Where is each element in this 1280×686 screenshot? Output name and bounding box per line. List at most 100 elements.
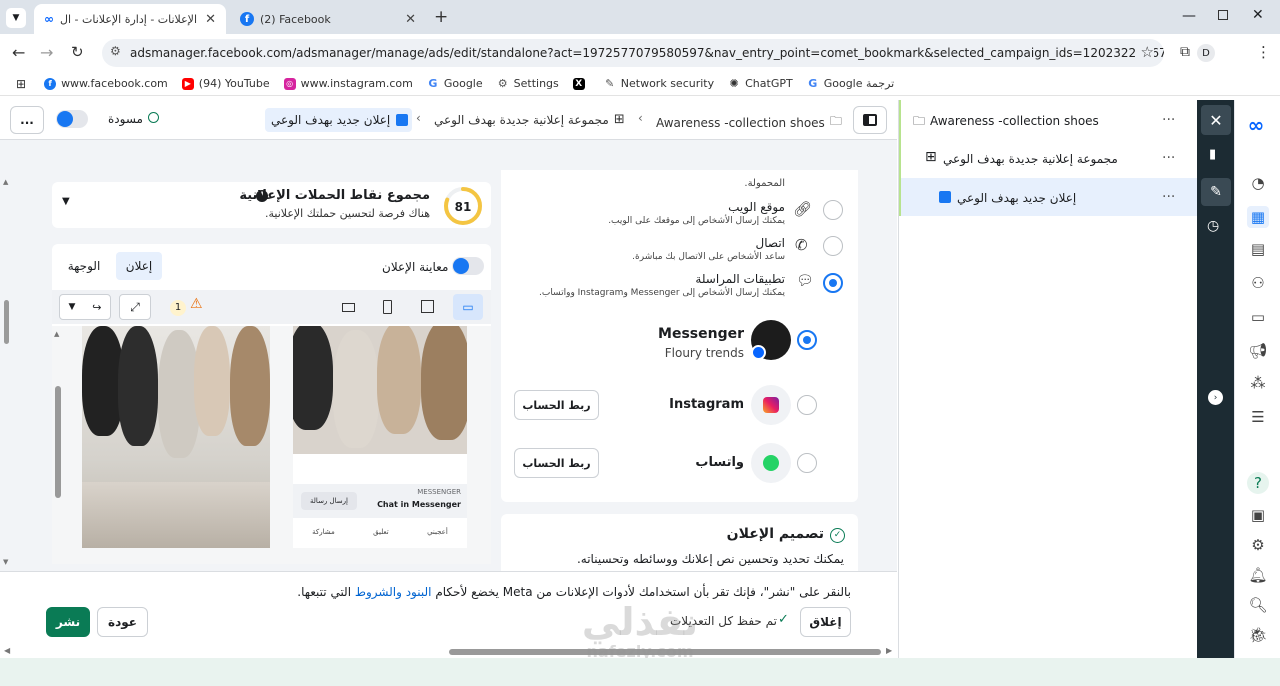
bookmark-network-security[interactable]: ✎ Network security — [604, 77, 714, 90]
catalog-icon[interactable]: ▤ — [1247, 238, 1269, 260]
like-action[interactable]: أعجبني — [427, 528, 448, 544]
megaphone-icon[interactable]: 📢︎ — [1247, 340, 1269, 362]
settings-icon[interactable]: ⚙ — [1247, 534, 1269, 556]
placement-all-button[interactable]: ▭ — [453, 294, 483, 320]
ad-preview-toggle[interactable] — [452, 257, 484, 275]
expand-button[interactable]: ⤢ — [119, 294, 151, 320]
horizontal-scrollbar[interactable] — [449, 649, 881, 655]
close-tab-icon[interactable]: ✕ — [405, 12, 416, 27]
new-tab-button[interactable]: + — [434, 7, 448, 27]
forward-icon[interactable]: → — [40, 43, 53, 62]
dashboard-icon[interactable]: ◔ — [1247, 172, 1269, 194]
placement-wide-icon[interactable] — [342, 303, 355, 312]
meta-logo-icon[interactable]: ∞ — [1245, 113, 1267, 137]
scroll-down-icon[interactable]: ▼ — [3, 558, 8, 566]
bookmark-translate[interactable]: G Google ترجمة — [807, 77, 894, 90]
bug-report-icon[interactable]: 🐞︎ — [1247, 624, 1269, 646]
chevron-down-icon[interactable]: ▼ — [62, 196, 70, 207]
close-editor-button[interactable]: ✕ — [1201, 105, 1231, 135]
placement-story-icon[interactable] — [383, 300, 392, 314]
profile-avatar[interactable]: D — [1197, 44, 1215, 62]
messenger-radio[interactable] — [797, 330, 817, 350]
apps-grid-icon[interactable]: ⊞ — [16, 77, 26, 91]
toggle-panel-button[interactable] — [853, 106, 887, 134]
bookmark-star-icon[interactable]: ☆ — [1134, 43, 1154, 61]
minimize-icon[interactable]: — — [1182, 8, 1196, 24]
placement-square-icon[interactable] — [421, 300, 434, 313]
notifications-icon[interactable]: 🔔︎ — [1247, 564, 1269, 586]
billing-icon[interactable]: ▭ — [1247, 306, 1269, 328]
scroll-right-icon[interactable]: ▶ — [886, 646, 892, 655]
adset-more-icon[interactable]: ... — [1162, 146, 1175, 162]
scroll-up-icon[interactable]: ▲ — [54, 330, 59, 338]
tree-ad-row[interactable]: إعلان جديد بهدف الوعي ... — [899, 178, 1197, 216]
send-message-button[interactable]: إرسال رسالة — [301, 492, 357, 510]
search-icon[interactable]: 🔍︎ — [1247, 594, 1269, 616]
bookmark-settings[interactable]: ⚙ Settings — [497, 77, 559, 90]
bookmark-youtube[interactable]: ▶ (94) YouTube — [181, 77, 270, 90]
publish-status-toggle[interactable] — [56, 110, 88, 128]
back-icon[interactable]: ← — [12, 43, 25, 62]
tab-ads-manager[interactable]: ∞ مدير الإعلانات - إدارة الإعلانات - ال … — [34, 4, 226, 34]
back-button[interactable]: عودة — [97, 607, 148, 637]
more-options-button[interactable]: ... — [10, 106, 44, 134]
meta-icon: ∞ — [44, 12, 54, 26]
terms-link[interactable]: البنود والشروط — [355, 585, 432, 599]
expand-rail-button[interactable]: › — [1208, 390, 1223, 405]
extensions-icon[interactable]: ⧉ — [1180, 44, 1190, 60]
close-tab-icon[interactable]: ✕ — [205, 12, 216, 27]
breadcrumb-campaign[interactable]: Awareness -collection shoes 🗀 — [656, 112, 842, 133]
reports-icon[interactable]: ▣ — [1247, 504, 1269, 526]
restore-icon[interactable] — [1218, 10, 1228, 20]
chat-icon: 💬︎ — [796, 273, 814, 289]
events-icon[interactable]: ⁂ — [1247, 372, 1269, 394]
instagram-radio[interactable] — [797, 395, 817, 415]
tab-destination[interactable]: الوجهة — [60, 252, 108, 280]
call-desc: ساعد الأشخاص على الاتصال بك مباشرة. — [632, 252, 785, 262]
website-radio[interactable] — [823, 200, 843, 220]
reload-icon[interactable]: ↻ — [71, 43, 84, 61]
tab-ad[interactable]: إعلان — [116, 252, 162, 280]
bookmark-google[interactable]: G Google — [427, 77, 482, 90]
bookmark-chatgpt[interactable]: ✺ ChatGPT — [728, 77, 793, 90]
close-button[interactable]: إغلاق — [800, 607, 851, 637]
edit-mode-button[interactable]: ✎ — [1201, 178, 1231, 206]
share-dropdown[interactable]: ▼ ↪ — [59, 294, 111, 320]
preview-scrollbar[interactable] — [4, 300, 9, 344]
tree-campaign-row[interactable]: 🗀 Awareness -collection shoes ... — [899, 100, 1197, 140]
tab-list-dropdown[interactable]: ▼ — [6, 8, 26, 28]
bookmark-instagram[interactable]: ◎ www.instagram.com — [283, 77, 413, 90]
browser-menu-icon[interactable]: ⋮ — [1256, 43, 1271, 61]
scroll-up-icon[interactable]: ▲ — [3, 178, 8, 186]
breadcrumb-ad[interactable]: إعلان جديد بهدف الوعي — [265, 108, 413, 132]
share-action[interactable]: مشاركة — [312, 528, 335, 544]
tab-title: (2) Facebook — [260, 12, 331, 26]
scroll-left-icon[interactable]: ◀ — [4, 646, 10, 655]
warning-icon[interactable]: ⚠ — [190, 296, 203, 312]
inner-scrollbar[interactable] — [55, 386, 61, 498]
preview-scroll-area: ▲ MESSENGER Chat in Messenger إرسال رسال… — [52, 326, 491, 564]
publish-button[interactable]: نشر — [46, 607, 90, 637]
close-window-icon[interactable]: ✕ — [1252, 7, 1264, 23]
comment-action[interactable]: تعليق — [373, 528, 389, 544]
address-bar[interactable]: ⚙ adsmanager.facebook.com/adsmanager/man… — [102, 39, 1164, 67]
tab-facebook[interactable]: f (2) Facebook ✕ — [230, 4, 426, 34]
bookmark-x[interactable]: X — [572, 77, 590, 90]
messaging-apps-radio[interactable] — [823, 273, 843, 293]
connect-instagram-button[interactable]: ربط الحساب — [514, 390, 599, 420]
bookmark-facebook[interactable]: f www.facebook.com — [44, 77, 168, 90]
whatsapp-radio[interactable] — [797, 453, 817, 473]
site-info-icon[interactable]: ⚙ — [110, 44, 121, 58]
table-icon[interactable]: ▦ — [1247, 206, 1269, 228]
menu-icon[interactable]: ☰ — [1247, 406, 1269, 428]
chart-icon[interactable]: ▮ — [1209, 147, 1216, 162]
connect-whatsapp-button[interactable]: ربط الحساب — [514, 448, 599, 478]
history-icon[interactable]: ◷ — [1207, 218, 1219, 234]
help-icon[interactable]: ? — [1247, 472, 1269, 494]
campaign-more-icon[interactable]: ... — [1162, 108, 1175, 124]
breadcrumb-adset[interactable]: مجموعة إعلانية جديدة بهدف الوعي ⊞ — [434, 112, 625, 127]
tree-adset-row[interactable]: ⊞ مجموعة إعلانية جديدة بهدف الوعي ... — [899, 140, 1197, 178]
audiences-icon[interactable]: ⚇ — [1247, 272, 1269, 294]
call-radio[interactable] — [823, 236, 843, 256]
ad-more-icon[interactable]: ... — [1162, 185, 1175, 201]
